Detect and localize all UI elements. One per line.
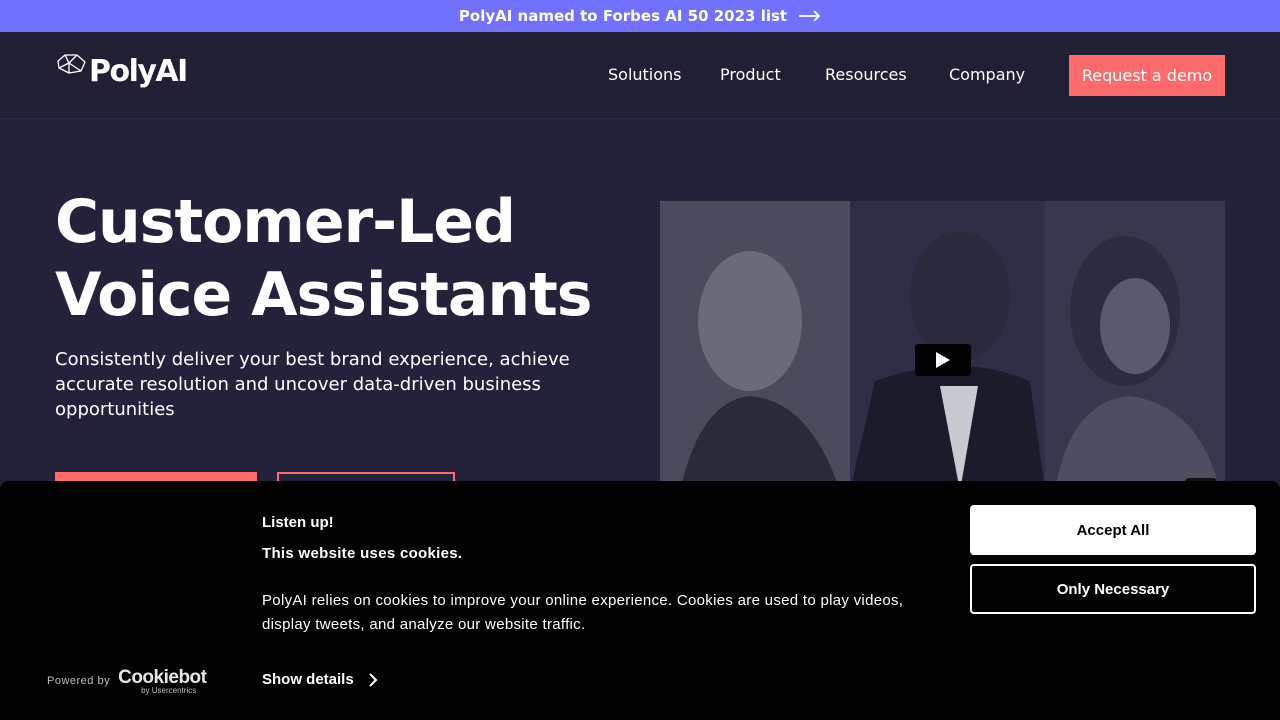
hero-title-line2: Voice Assistants — [55, 260, 593, 330]
cookie-banner: Listen up! This website uses cookies. Po… — [0, 481, 1280, 720]
show-details-label: Show details — [262, 671, 354, 688]
chevron-right-icon — [368, 672, 378, 687]
hero-title: Customer-Led Voice Assistants — [55, 186, 615, 332]
nav-product[interactable]: Product — [720, 65, 781, 84]
nav-company[interactable]: Company — [949, 65, 1025, 84]
cookiebot-logo: Cookiebot by Usercentrics — [118, 667, 208, 695]
cookiebot-sub: by Usercentrics — [141, 686, 197, 695]
nav-resources[interactable]: Resources — [825, 65, 907, 84]
brain-logo-icon — [57, 53, 86, 74]
cookie-title: Listen up! — [262, 514, 334, 531]
announcement-text[interactable]: PolyAI named to Forbes AI 50 2023 list — [459, 7, 787, 25]
play-icon — [936, 352, 950, 368]
request-demo-button[interactable]: Request a demo — [1069, 55, 1225, 96]
arrow-right-icon — [799, 10, 821, 22]
play-button[interactable] — [915, 344, 971, 376]
hero-video[interactable] — [660, 201, 1225, 491]
site-header: PolyAI Solutions Product Resources Compa… — [0, 32, 1280, 119]
accept-all-button[interactable]: Accept All — [970, 505, 1256, 555]
announcement-bar[interactable]: PolyAI named to Forbes AI 50 2023 list — [0, 0, 1280, 32]
show-details-link[interactable]: Show details — [262, 671, 378, 688]
logo-text: PolyAI — [89, 54, 188, 89]
hero-title-line1: Customer-Led — [55, 187, 516, 257]
only-necessary-button[interactable]: Only Necessary — [970, 564, 1256, 614]
nav-solutions[interactable]: Solutions — [608, 65, 682, 84]
powered-by-label: Powered by — [47, 675, 111, 687]
cookie-description: PolyAI relies on cookies to improve your… — [262, 592, 904, 633]
powered-by-cookiebot[interactable]: Powered by Cookiebot by Usercentrics — [47, 667, 208, 695]
polyai-logo[interactable]: PolyAI — [55, 53, 188, 89]
hero-subtitle: Consistently deliver your best brand exp… — [55, 349, 570, 420]
cookie-subtitle: This website uses cookies. — [262, 545, 463, 562]
